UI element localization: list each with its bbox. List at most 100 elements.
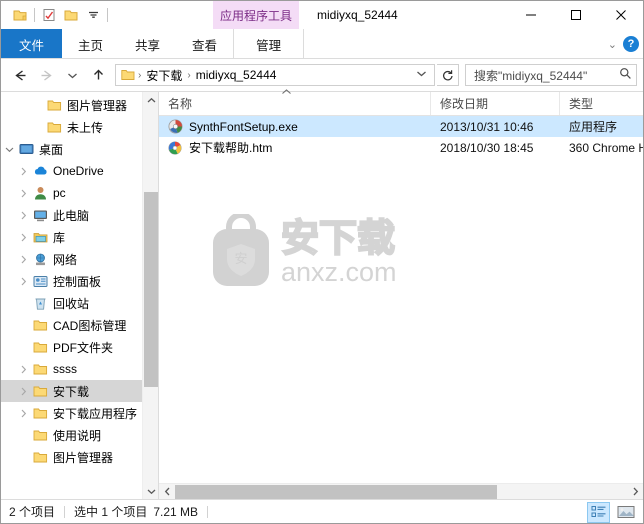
watermark: 安 安下载 anxz.com: [207, 214, 397, 290]
sidebar-item-15[interactable]: 使用说明: [1, 424, 158, 446]
sidebar-item-5[interactable]: 此电脑: [1, 204, 158, 226]
table-row[interactable]: 安下载帮助.htm 2018/10/30 18:45 360 Chrome H: [159, 137, 643, 158]
sidebar-item-label: PDF文件夹: [53, 340, 114, 355]
hscroll-track[interactable]: [175, 484, 627, 500]
sidebar-item-8[interactable]: 控制面板: [1, 270, 158, 292]
watermark-bag-icon: 安: [213, 214, 269, 286]
horizontal-scrollbar[interactable]: [159, 483, 643, 499]
recent-locations-chevron-down-icon[interactable]: [59, 62, 85, 88]
back-button[interactable]: [7, 62, 33, 88]
search-icon[interactable]: [619, 67, 632, 83]
contextual-tab-group-label: 应用程序工具: [213, 1, 299, 29]
large-icons-view-icon[interactable]: [614, 502, 637, 523]
folder-icon: [31, 319, 49, 332]
sidebar-item-label: 回收站: [53, 296, 90, 311]
sidebar-item-7[interactable]: 网络: [1, 248, 158, 270]
chevron-right-icon[interactable]: [15, 387, 31, 396]
chevron-right-icon[interactable]: [15, 255, 31, 264]
sidebar-item-3[interactable]: OneDrive: [1, 160, 158, 182]
selection-size-label: 7.21 MB: [153, 504, 199, 519]
sidebar-item-2[interactable]: 桌面: [1, 138, 158, 160]
address-bar[interactable]: › 安下载 › midiyxq_52444: [115, 64, 435, 86]
chevron-right-icon[interactable]: [15, 365, 31, 374]
folder-icon: [31, 385, 49, 398]
sidebar-item-14[interactable]: 安下载应用程序: [1, 402, 158, 424]
sidebar-item-4[interactable]: pc: [1, 182, 158, 204]
search-box[interactable]: 搜索"midiyxq_52444": [465, 64, 637, 86]
table-row[interactable]: SynthFontSetup.exe 2013/10/31 10:46 应用程序: [159, 116, 643, 137]
tab-manage[interactable]: 管理: [233, 29, 305, 59]
sidebar-item-label: 桌面: [39, 142, 64, 157]
column-header-type[interactable]: 类型: [560, 92, 643, 115]
sidebar-item-0[interactable]: 图片管理器: [1, 94, 158, 116]
recycle-bin-icon: [31, 296, 49, 310]
maximize-button[interactable]: [553, 1, 598, 29]
chevron-right-icon[interactable]: [15, 277, 31, 286]
folder-icon[interactable]: [9, 4, 31, 26]
title-bar: 应用程序工具 midiyxq_52444: [1, 1, 643, 29]
help-icon[interactable]: ?: [623, 36, 639, 52]
chevron-right-icon[interactable]: [15, 167, 31, 176]
hscroll-right-button[interactable]: [627, 484, 643, 500]
properties-icon[interactable]: [38, 4, 60, 26]
up-button[interactable]: [85, 62, 111, 88]
refresh-button[interactable]: [437, 64, 459, 86]
details-view-icon[interactable]: [587, 501, 610, 523]
chevron-right-icon[interactable]: [15, 189, 31, 198]
file-name-label: SynthFontSetup.exe: [189, 119, 298, 134]
sidebar-item-16[interactable]: 图片管理器: [1, 446, 158, 468]
sidebar-item-1[interactable]: 未上传: [1, 116, 158, 138]
tab-share[interactable]: 共享: [119, 29, 176, 59]
ribbon-collapse-chevron-down-icon[interactable]: ⌄: [608, 38, 617, 51]
search-input[interactable]: 搜索"midiyxq_52444": [474, 67, 619, 84]
selection-count-label: 选中 1 个项目: [74, 505, 148, 519]
navigation-pane-scrollbar[interactable]: [142, 92, 158, 499]
sidebar-item-10[interactable]: CAD图标管理: [1, 314, 158, 336]
desktop-icon: [17, 143, 35, 156]
tab-view[interactable]: 查看: [176, 29, 233, 59]
qat-chevron-down-icon[interactable]: [82, 4, 104, 26]
chevron-down-icon[interactable]: [1, 146, 17, 153]
sidebar-item-12[interactable]: ssss: [1, 358, 158, 380]
sidebar-item-label: 控制面板: [53, 274, 102, 289]
folder-icon: [45, 99, 63, 112]
scrollbar-thumb[interactable]: [144, 192, 158, 387]
explorer-body: 图片管理器 未上传 桌面 OneDrive pc 此电脑库网络 控制面板 回收站 CAD图标管理…: [1, 89, 643, 499]
chevron-right-icon[interactable]: [15, 233, 31, 242]
sidebar-item-9[interactable]: 回收站: [1, 292, 158, 314]
sidebar-item-11[interactable]: PDF文件夹: [1, 336, 158, 358]
chevron-right-icon[interactable]: [15, 211, 31, 220]
tab-home[interactable]: 主页: [62, 29, 119, 59]
watermark-text-block: 安下载 anxz.com: [280, 216, 397, 287]
column-header-name[interactable]: 名称: [159, 89, 431, 115]
breadcrumb-folder-icon[interactable]: [120, 69, 137, 81]
exe-icon: [165, 119, 185, 134]
watermark-logo-text: 安下载: [280, 216, 396, 260]
status-divider-1: [64, 505, 66, 518]
tab-file[interactable]: 文件: [1, 29, 63, 59]
sidebar-item-13[interactable]: 安下载: [1, 380, 158, 402]
breadcrumb-item-0[interactable]: 安下载: [142, 67, 186, 84]
breadcrumb-item-1[interactable]: midiyxq_52444: [192, 68, 281, 82]
sidebar-item-label: 安下载: [53, 384, 90, 399]
scroll-down-button[interactable]: [143, 483, 158, 499]
file-explorer-window: 应用程序工具 midiyxq_52444 文件 主页 共享 查看 管理 ⌄ ?: [0, 0, 644, 524]
forward-button[interactable]: [33, 62, 59, 88]
address-chevron-down-icon[interactable]: [411, 69, 432, 81]
close-button[interactable]: [598, 1, 643, 29]
column-header-date[interactable]: 修改日期: [431, 92, 560, 115]
sidebar-item-6[interactable]: 库: [1, 226, 158, 248]
hscroll-left-button[interactable]: [159, 484, 175, 500]
scroll-up-button[interactable]: [143, 92, 158, 108]
new-folder-icon[interactable]: [60, 4, 82, 26]
svg-text:安: 安: [234, 252, 247, 267]
minimize-button[interactable]: [508, 1, 553, 29]
navigation-pane: 图片管理器 未上传 桌面 OneDrive pc 此电脑库网络 控制面板 回收站 CAD图标管理…: [1, 92, 159, 499]
column-header-name-label: 名称: [168, 97, 193, 111]
navigation-bar: › 安下载 › midiyxq_52444 搜索"midiyxq_52444": [1, 59, 643, 91]
chevron-right-icon[interactable]: [15, 409, 31, 418]
hscroll-thumb[interactable]: [175, 484, 497, 499]
watermark-domain-text: anxz.com: [281, 257, 397, 287]
control-panel-icon: [31, 275, 49, 288]
ribbon-underline: [1, 58, 643, 59]
